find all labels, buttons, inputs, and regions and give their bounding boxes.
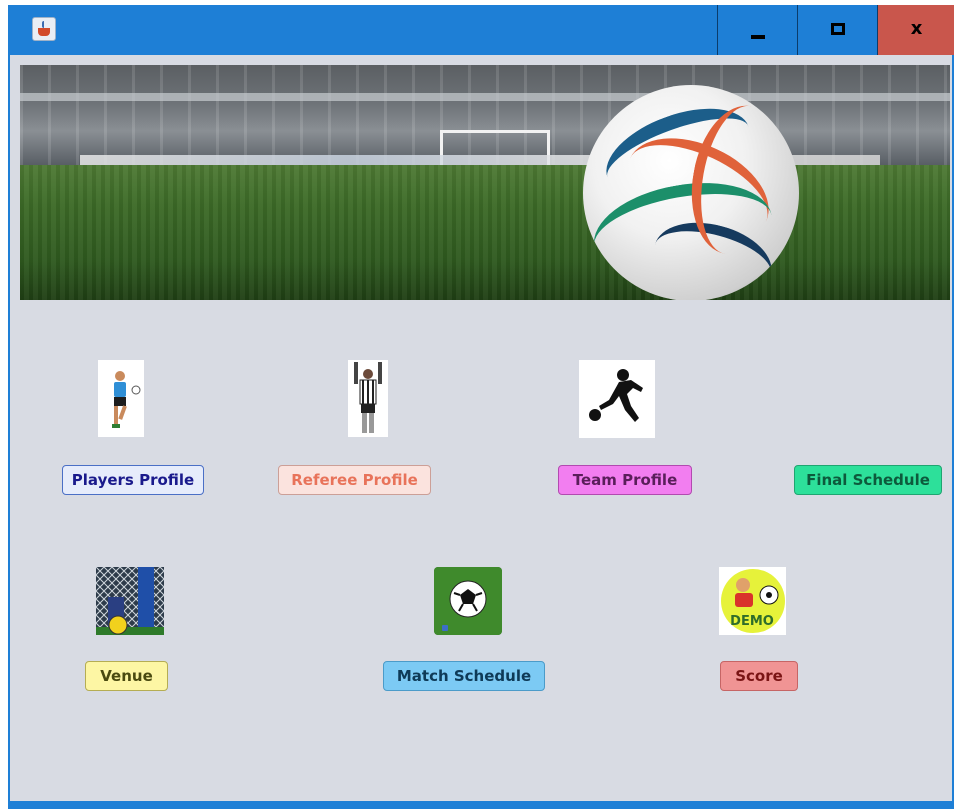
kicker-silhouette-icon: [579, 360, 655, 438]
soccer-ball-icon: [434, 567, 502, 635]
soccer-banner-image: [20, 65, 950, 300]
player-icon: [98, 360, 144, 437]
maximize-button[interactable]: [797, 5, 877, 55]
final-schedule-button[interactable]: Final Schedule: [794, 465, 942, 495]
minimize-icon: [751, 35, 765, 39]
application-window: x Players Profile Referee Profile Team P…: [8, 5, 954, 809]
main-panel: Players Profile Referee Profile Team Pro…: [10, 55, 952, 801]
referee-icon: [348, 360, 388, 437]
close-button[interactable]: x: [877, 5, 954, 55]
close-icon: x: [910, 18, 923, 39]
title-bar[interactable]: x: [8, 5, 954, 55]
score-button[interactable]: Score: [720, 661, 798, 691]
goal-net-icon: [96, 567, 164, 635]
svg-text:DEMO: DEMO: [730, 614, 774, 629]
java-app-icon[interactable]: [32, 17, 56, 41]
referee-profile-button[interactable]: Referee Profile: [278, 465, 431, 495]
minimize-button[interactable]: [717, 5, 797, 55]
soccer-ball-icon: [583, 85, 799, 300]
maximize-icon: [831, 23, 845, 35]
team-profile-button[interactable]: Team Profile: [558, 465, 692, 495]
match-schedule-button[interactable]: Match Schedule: [383, 661, 545, 691]
players-profile-button[interactable]: Players Profile: [62, 465, 204, 495]
cartoon-player-icon: DEMO: [719, 567, 786, 635]
venue-button[interactable]: Venue: [85, 661, 168, 691]
